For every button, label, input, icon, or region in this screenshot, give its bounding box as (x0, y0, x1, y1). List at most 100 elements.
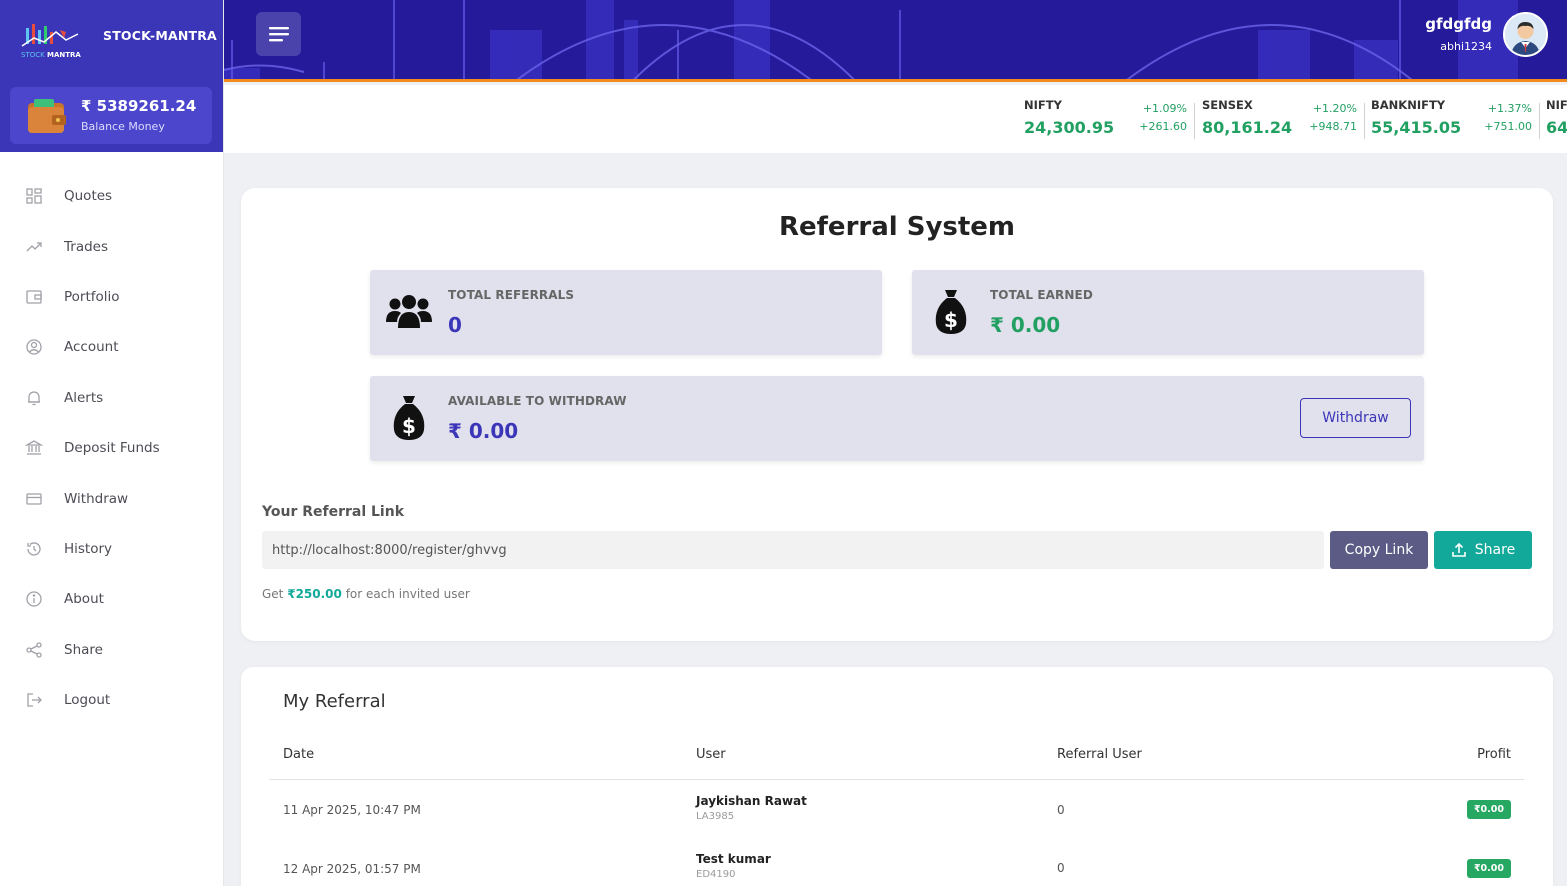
table-row: 12 Apr 2025, 01:57 PM Test kumar ED4190 … (241, 849, 1553, 886)
logo-text-right: MANTRA (47, 51, 81, 59)
available-withdraw-value: ₹ 0.00 (448, 419, 519, 443)
user-circle-icon (26, 339, 42, 356)
ticker-change: +948.71 (1309, 120, 1357, 133)
sidebar-item-account[interactable]: Account (0, 322, 224, 372)
sidebar-item-trades[interactable]: Trades (0, 221, 224, 271)
sidebar-item-label: About (64, 591, 104, 608)
column-header-profit: Profit (1477, 747, 1511, 762)
ticker-divider (1539, 103, 1540, 139)
bell-icon (28, 391, 40, 405)
sidebar: STOCK MANTRA STOCK-MANTRA ₹ 5389261.24 B… (0, 0, 224, 886)
sidebar-item-share[interactable]: Share (0, 625, 224, 675)
sidebar-header: STOCK MANTRA STOCK-MANTRA ₹ 5389261.24 B… (0, 0, 223, 152)
sidebar-item-deposit-funds[interactable]: Deposit Funds (0, 423, 224, 473)
user-name[interactable]: gfdgfdg (1425, 15, 1492, 33)
sidebar-item-about[interactable]: About (0, 574, 224, 624)
sidebar-item-label: Share (64, 641, 103, 658)
stock-mantra-logo[interactable]: STOCK MANTRA (20, 20, 82, 60)
user-id: abhi1234 (1440, 40, 1492, 53)
trend-icon (26, 241, 42, 252)
page-title: Referral System (778, 212, 1016, 242)
logo-text-left: STOCK (21, 51, 45, 59)
invite-note-suffix: for each invited user (345, 587, 470, 601)
profit-badge: ₹0.00 (1466, 859, 1511, 878)
available-withdraw-label: AVAILABLE TO WITHDRAW (448, 394, 627, 408)
user-avatar-icon (1505, 14, 1546, 55)
ticker-change: +261.60 (1139, 120, 1187, 133)
share-button[interactable]: Share (1434, 531, 1532, 569)
sidebar-item-alerts[interactable]: Alerts (0, 373, 224, 423)
column-header-referral-user: Referral User (1057, 747, 1142, 762)
share-icon (26, 642, 42, 658)
sidebar-item-label: Quotes (64, 188, 113, 205)
money-bag-icon: $ (393, 396, 425, 440)
available-withdraw-stat: $ AVAILABLE TO WITHDRAW ₹ 0.00 Withdraw (370, 376, 1424, 461)
referral-link-label: Your Referral Link (262, 504, 405, 520)
brand-name: STOCK-MANTRA (103, 28, 217, 43)
total-earned-value: ₹ 0.00 (990, 313, 1061, 337)
sidebar-item-label: Logout (64, 692, 111, 709)
sidebar-item-label: Alerts (64, 389, 104, 406)
ticker-pct: +1.09% (1142, 102, 1187, 115)
ticker-item-sensex[interactable]: SENSEX 80,161.24 (1202, 98, 1292, 137)
ticker-value: 64 (1546, 118, 1567, 137)
card-icon (26, 492, 42, 505)
balance-amount: ₹ 5389261.24 (81, 97, 197, 115)
avatar[interactable] (1503, 12, 1548, 57)
menu-toggle-button[interactable] (256, 12, 301, 56)
referral-link-input[interactable] (262, 531, 1324, 569)
ticker-pct: +1.37% (1487, 102, 1532, 115)
sidebar-item-history[interactable]: History (0, 524, 224, 574)
svg-text:$: $ (944, 308, 958, 332)
ticker-pct: +1.20% (1312, 102, 1357, 115)
sidebar-item-label: Withdraw (64, 490, 129, 507)
withdraw-button[interactable]: Withdraw (1300, 398, 1411, 438)
ticker-value: 80,161.24 (1202, 118, 1293, 137)
sidebar-item-withdraw[interactable]: Withdraw (0, 473, 224, 523)
row-user-name: Test kumar (696, 852, 771, 866)
ticker-divider (1194, 103, 1195, 139)
row-user-code: LA3985 (696, 811, 735, 822)
ticker-name: BANKNIFTY (1371, 98, 1446, 112)
sidebar-item-portfolio[interactable]: Portfolio (0, 272, 224, 322)
invite-note: Get ₹250.00 for each invited user (262, 587, 470, 601)
ticker-name: NIFTY (1024, 98, 1062, 112)
market-ticker: NIFTY 24,300.95 +1.09% +261.60 SENSEX 80… (224, 85, 1567, 153)
ticker-divider (1364, 103, 1365, 139)
row-referral-user: 0 (1057, 861, 1065, 875)
sidebar-item-label: Account (64, 339, 119, 356)
sidebar-item-quotes[interactable]: Quotes (0, 171, 224, 221)
referral-system-card: Referral System TOTAL REFERRALS 0 $ TOTA… (241, 188, 1553, 641)
wallet-icon (26, 290, 42, 304)
share-button-label: Share (1474, 542, 1516, 558)
row-user: Test kumar ED4190 (696, 852, 771, 880)
money-bag-icon: $ (935, 290, 967, 334)
sidebar-item-label: Trades (64, 238, 108, 255)
sidebar-item-label: Deposit Funds (64, 440, 160, 457)
copy-link-button[interactable]: Copy Link (1330, 531, 1428, 569)
svg-text:$: $ (402, 414, 416, 438)
header-background-chart (224, 0, 1518, 79)
ticker-item-nifty-partial[interactable]: NIF 64 (1546, 98, 1567, 137)
table-row: 11 Apr 2025, 10:47 PM Jaykishan Rawat LA… (241, 791, 1553, 849)
wallet-icon (28, 99, 66, 133)
balance-card: ₹ 5389261.24 Balance Money (10, 87, 212, 144)
row-referral-user: 0 (1057, 803, 1065, 817)
sidebar-menu: Quotes Trades Portfolio Account Alerts D… (0, 171, 224, 725)
column-header-user: User (696, 747, 726, 762)
hamburger-icon (268, 27, 289, 42)
users-group-icon (386, 295, 432, 328)
ticker-item-banknifty[interactable]: BANKNIFTY 55,415.05 (1371, 98, 1461, 137)
history-icon (27, 542, 41, 556)
ticker-name: SENSEX (1202, 98, 1253, 112)
grid-icon (26, 188, 42, 204)
total-referrals-label: TOTAL REFERRALS (448, 288, 575, 302)
row-date: 12 Apr 2025, 01:57 PM (283, 862, 421, 876)
invite-note-amount: ₹250.00 (287, 587, 342, 601)
sidebar-item-label: History (64, 540, 113, 557)
ticker-change: +751.00 (1484, 120, 1532, 133)
ticker-item-nifty[interactable]: NIFTY 24,300.95 (1024, 98, 1114, 137)
info-icon (26, 591, 42, 607)
sidebar-item-logout[interactable]: Logout (0, 675, 224, 725)
sidebar-item-label: Portfolio (64, 288, 120, 305)
